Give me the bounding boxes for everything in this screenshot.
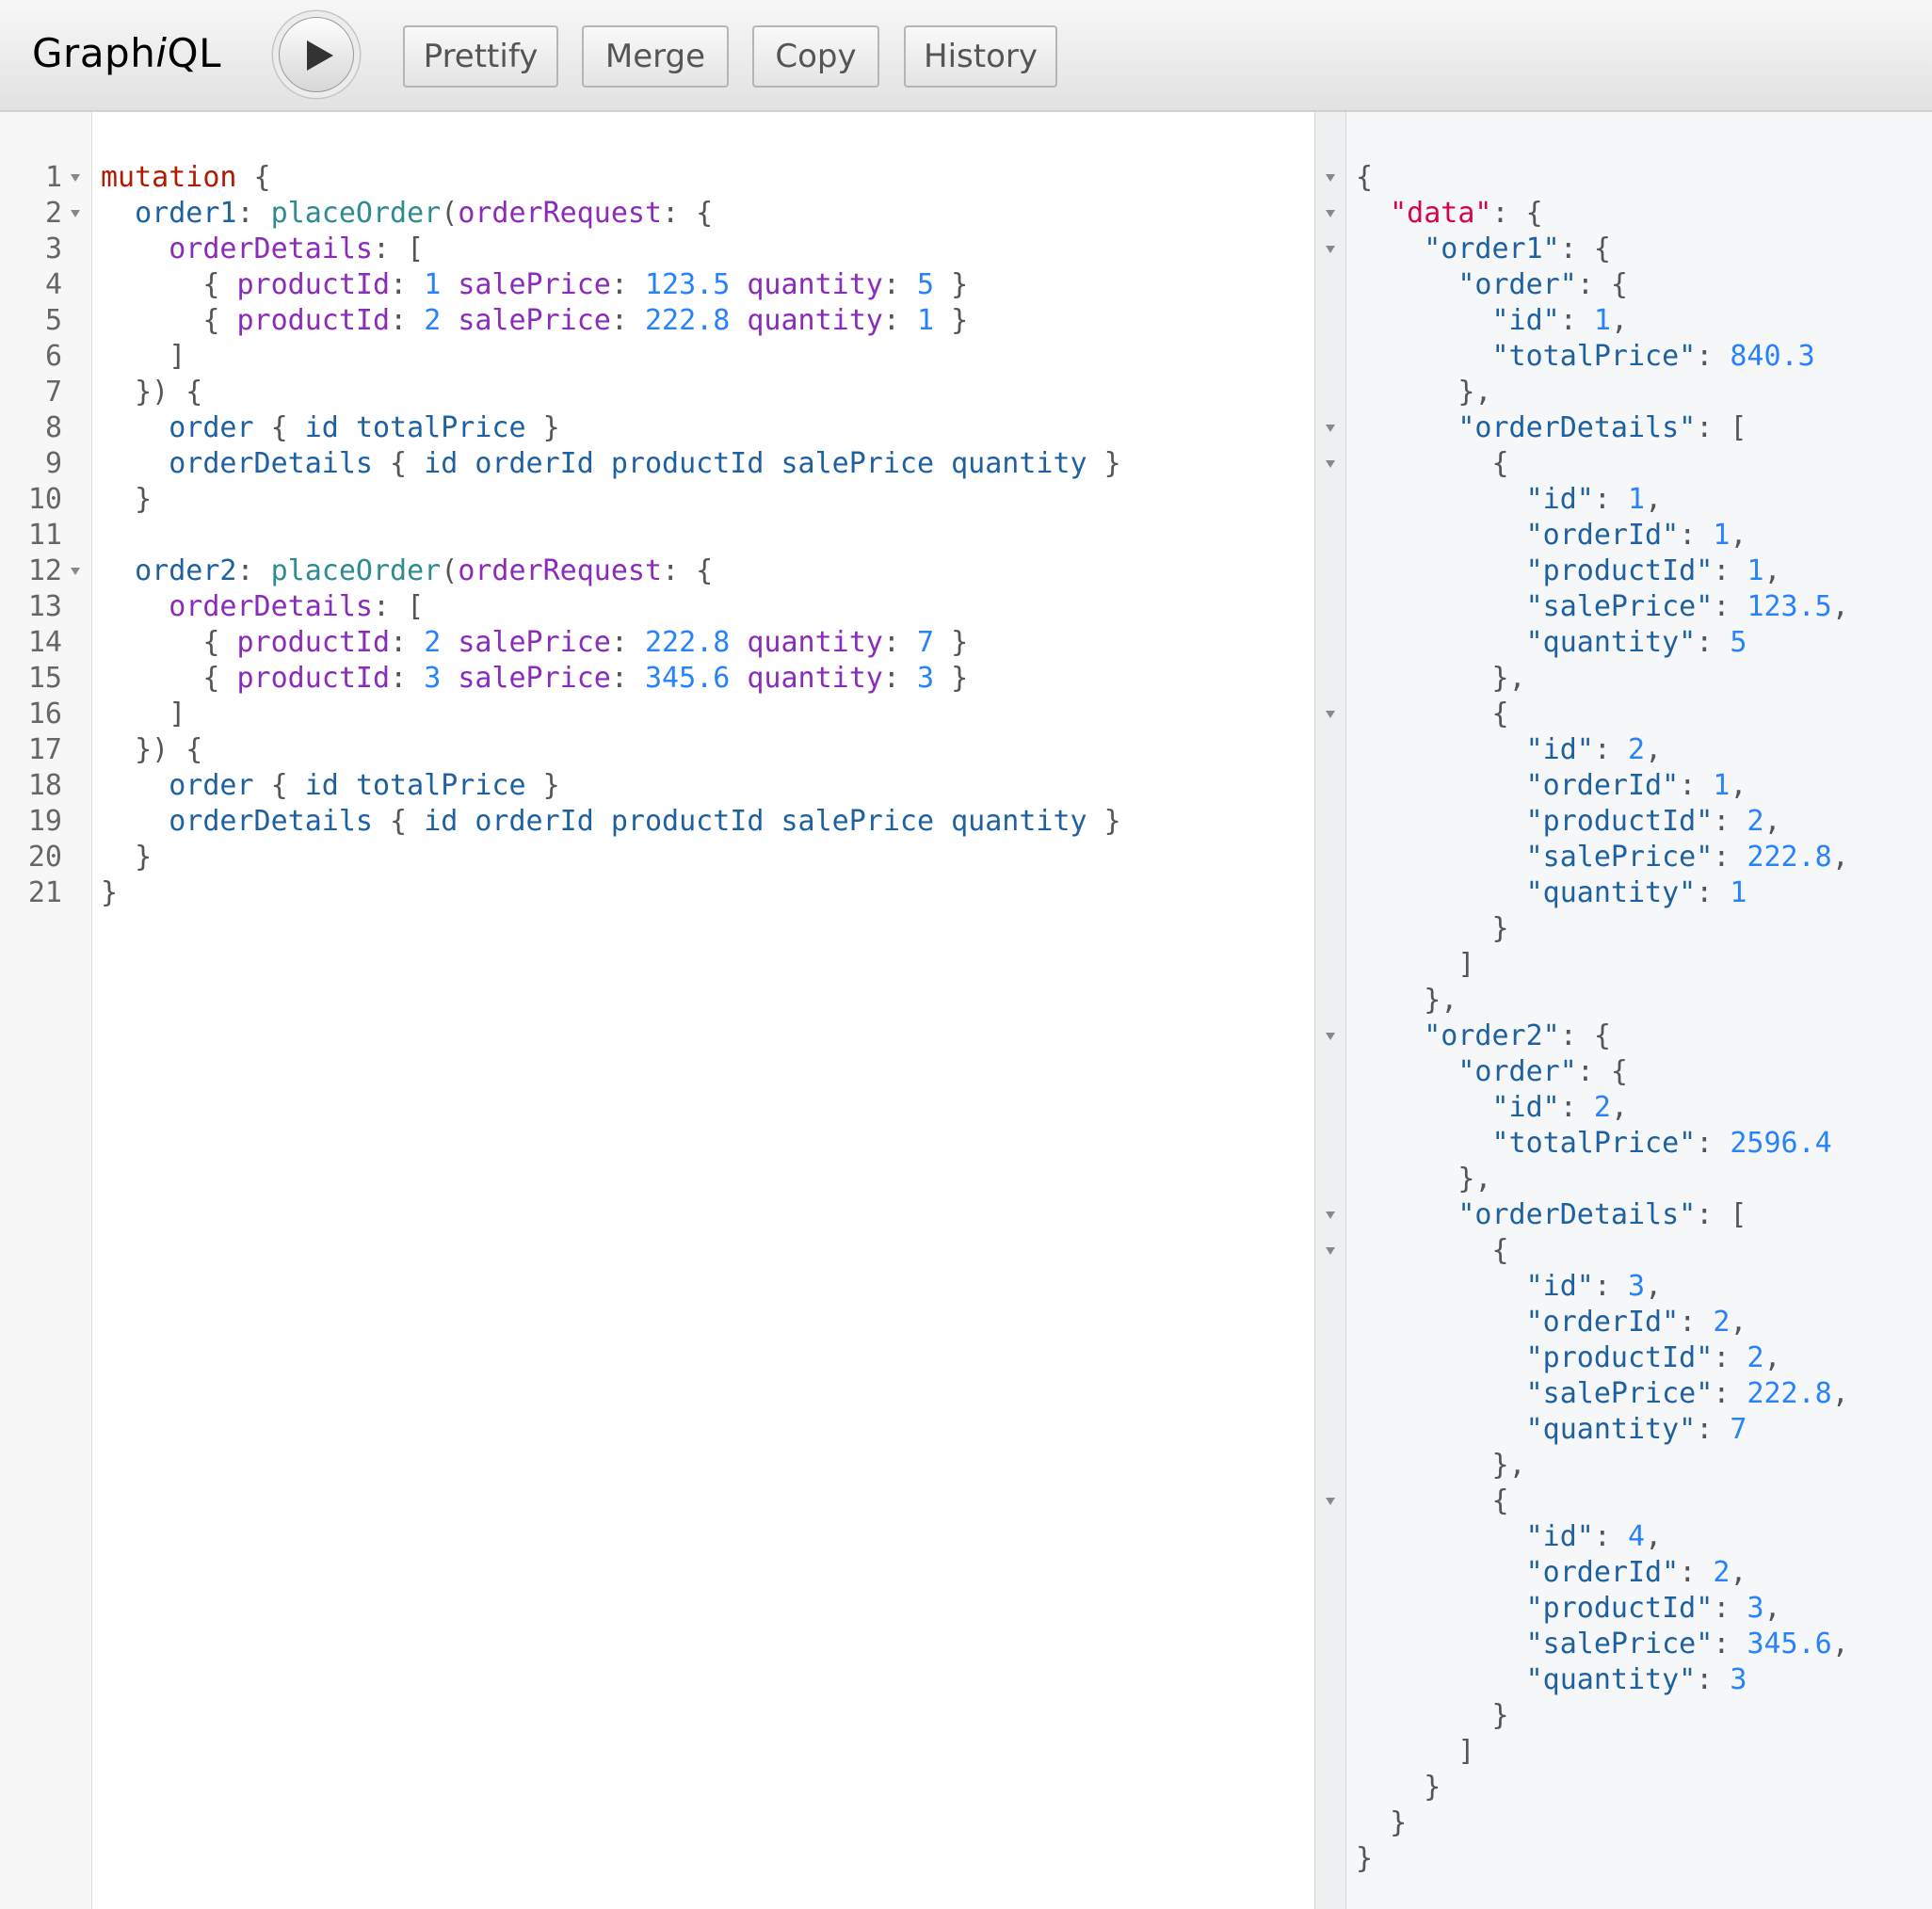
line-number: 19 [27, 805, 62, 838]
fold-toggle-icon[interactable] [1326, 174, 1335, 182]
line-number: 14 [27, 626, 62, 659]
line-number: 3 [44, 233, 62, 265]
line-number: 16 [27, 698, 62, 730]
history-button[interactable]: History [904, 25, 1057, 88]
line-number: 2 [44, 197, 62, 230]
line-number: 13 [27, 590, 62, 623]
line-number: 17 [27, 733, 62, 766]
fold-toggle-icon[interactable] [1326, 1498, 1335, 1505]
line-number: 5 [44, 304, 62, 337]
merge-button[interactable]: Merge [582, 25, 729, 88]
fold-toggle-icon[interactable] [1326, 1211, 1335, 1219]
line-number: 8 [44, 411, 62, 444]
line-number: 15 [27, 662, 62, 695]
result-code: { "data": { "order1": { "order": { "id":… [1356, 161, 1849, 1875]
line-number: 6 [44, 340, 62, 373]
query-editor[interactable]: 1 2 3 4 5 6 7 8 9 10 11 12 13 14 15 16 17 18 19 20 21 mutati… [0, 112, 1314, 1909]
copy-button[interactable]: Copy [752, 25, 879, 88]
result-viewer: { "data": { "order1": { "order": { "id":… [1346, 112, 1932, 1909]
prettify-button[interactable]: Prettify [403, 25, 558, 88]
line-number: 9 [44, 447, 62, 480]
line-number: 12 [27, 554, 62, 587]
line-number: 18 [27, 769, 62, 802]
graphiql-logo: GraphiQL [32, 30, 221, 76]
fold-toggle-icon[interactable] [71, 210, 80, 217]
fold-toggle-icon[interactable] [1326, 246, 1335, 253]
fold-toggle-icon[interactable] [1326, 1247, 1335, 1255]
play-icon [307, 40, 333, 71]
toolbar: GraphiQL Prettify Merge Copy History [0, 0, 1932, 112]
fold-toggle-icon[interactable] [1326, 460, 1335, 468]
execute-query-button[interactable] [279, 17, 354, 92]
pane-divider[interactable] [1314, 112, 1346, 1909]
query-code[interactable]: mutation { order1: placeOrder(orderReque… [101, 160, 1121, 911]
fold-toggle-icon[interactable] [1326, 425, 1335, 432]
line-number: 7 [44, 376, 62, 409]
line-number: 1 [44, 161, 62, 194]
fold-toggle-icon[interactable] [1326, 711, 1335, 718]
fold-toggle-icon[interactable] [71, 174, 80, 182]
fold-toggle-icon[interactable] [1326, 210, 1335, 217]
line-number: 4 [44, 268, 62, 301]
fold-toggle-icon[interactable] [71, 568, 80, 575]
line-number: 20 [27, 841, 62, 874]
line-number: 11 [27, 519, 62, 552]
line-number: 10 [27, 483, 62, 516]
fold-toggle-icon[interactable] [1326, 1033, 1335, 1040]
line-number: 21 [27, 876, 62, 909]
